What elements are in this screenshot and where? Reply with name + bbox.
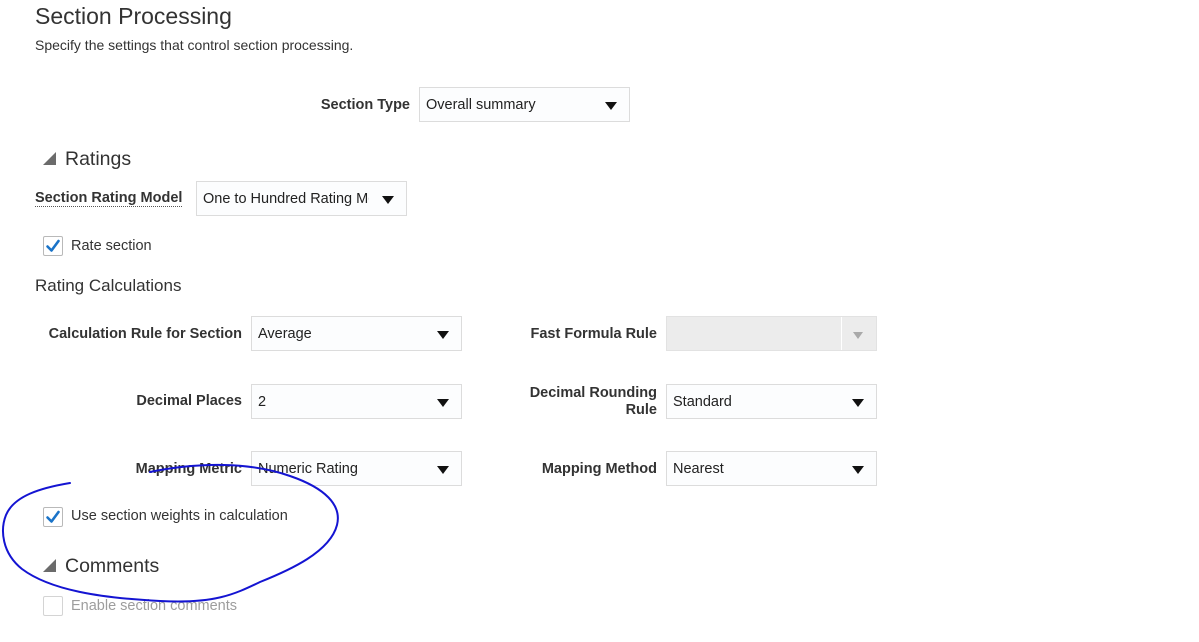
chevron-down-icon[interactable] [437, 399, 449, 407]
decimal-places-select[interactable]: 2 [251, 384, 462, 419]
select-divider [841, 317, 842, 350]
mapping-method-value: Nearest [673, 461, 724, 477]
enable-section-comments-checkbox [43, 596, 63, 616]
decimal-rounding-rule-select[interactable]: Standard [666, 384, 877, 419]
section-rating-model-label-text: Section Rating Model [35, 190, 183, 207]
decimal-rounding-rule-value: Standard [673, 394, 732, 410]
rating-calculations-header: Rating Calculations [35, 276, 182, 295]
rate-section-checkbox[interactable] [43, 236, 63, 256]
chevron-down-icon [853, 332, 863, 339]
section-rating-model-select[interactable]: One to Hundred Rating Model [196, 181, 407, 216]
comments-section-header[interactable]: Comments [43, 555, 159, 578]
collapse-triangle-icon[interactable] [43, 152, 56, 165]
rate-section-label: Rate section [71, 238, 152, 254]
chevron-down-icon[interactable] [605, 102, 617, 110]
page-title: Section Processing [35, 3, 232, 29]
calculation-rule-value: Average [258, 326, 312, 342]
ratings-header-label: Ratings [65, 148, 132, 170]
chevron-down-icon[interactable] [437, 466, 449, 474]
decimal-places-label: Decimal Places [136, 393, 242, 409]
mapping-metric-select[interactable]: Numeric Rating [251, 451, 462, 486]
decimal-places-value: 2 [258, 394, 267, 410]
mapping-metric-label: Mapping Metric [135, 461, 242, 477]
section-type-label: Section Type [320, 97, 410, 113]
calculation-rule-select[interactable]: Average [251, 316, 462, 351]
mapping-method-label: Mapping Method [541, 461, 657, 477]
chevron-down-icon[interactable] [382, 196, 394, 204]
fast-formula-rule-label: Fast Formula Rule [530, 326, 658, 342]
checkmark-icon [46, 510, 60, 523]
section-type-select[interactable]: Overall summary [419, 87, 630, 122]
ratings-section-header[interactable]: Ratings [43, 148, 131, 171]
use-section-weights-label: Use section weights in calculation [71, 508, 288, 524]
mapping-metric-value: Numeric Rating [258, 461, 358, 477]
section-rating-model-label: Section Rating Model [35, 190, 183, 207]
mapping-method-select[interactable]: Nearest [666, 451, 877, 486]
fast-formula-rule-select [666, 316, 877, 351]
enable-section-comments-label: Enable section comments [71, 598, 238, 614]
decimal-rounding-rule-label: Decimal Rounding Rule [470, 385, 657, 419]
collapse-triangle-icon[interactable] [43, 559, 56, 572]
section-rating-model-value: One to Hundred Rating Model [203, 191, 369, 207]
use-section-weights-checkbox[interactable] [43, 507, 63, 527]
chevron-down-icon[interactable] [437, 331, 449, 339]
calculation-rule-label: Calculation Rule for Section [48, 326, 242, 342]
page-subtitle: Specify the settings that control sectio… [35, 37, 354, 53]
decimal-rounding-rule-label-line1: Decimal Rounding [529, 385, 657, 401]
chevron-down-icon[interactable] [852, 466, 864, 474]
checkmark-icon [46, 239, 60, 252]
section-type-value: Overall summary [426, 97, 536, 113]
comments-header-label: Comments [65, 555, 160, 577]
decimal-rounding-rule-label-line2: Rule [625, 402, 657, 418]
chevron-down-icon[interactable] [852, 399, 864, 407]
